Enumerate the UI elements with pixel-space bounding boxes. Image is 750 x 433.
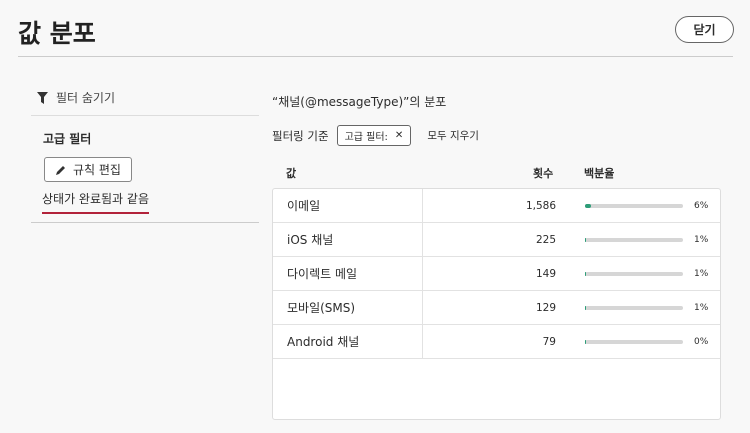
filter-icon	[37, 91, 48, 104]
percent-bar	[585, 340, 683, 344]
row-percent: 1%	[694, 234, 709, 245]
filter-condition[interactable]: 상태가 완료됨과 같음	[42, 190, 149, 214]
filter-by-label: 필터링 기준	[272, 128, 329, 143]
percent-bar-fill	[585, 204, 591, 208]
remove-tag-icon[interactable]: ✕	[395, 130, 403, 141]
divider	[18, 56, 733, 57]
row-percent: 6%	[694, 200, 709, 211]
row-percent: 1%	[694, 268, 709, 279]
row-count: 225	[535, 233, 556, 246]
column-divider	[422, 189, 423, 222]
column-divider	[422, 291, 423, 324]
clear-all-link[interactable]: 모두 지우기	[427, 128, 479, 143]
row-count: 79	[542, 335, 556, 348]
row-value: 다이렉트 메일	[287, 267, 358, 281]
row-value: Android 채널	[287, 335, 360, 349]
percent-bar-fill	[585, 306, 586, 310]
page-title: 값 분포	[18, 19, 96, 48]
percent-bar	[585, 272, 683, 276]
divider	[31, 222, 259, 223]
column-divider	[422, 325, 423, 358]
hide-filters-toggle[interactable]: 필터 숨기기	[31, 80, 259, 116]
percent-bar	[585, 306, 683, 310]
column-header-percent[interactable]: 백분율	[584, 165, 614, 181]
filter-tag-label: 고급 필터:	[344, 132, 388, 143]
hide-filters-label: 필터 숨기기	[56, 91, 116, 105]
edit-rules-label: 규칙 편집	[73, 163, 121, 177]
row-value: 이메일	[287, 199, 321, 213]
table-row[interactable]: 다이렉트 메일 149 1%	[273, 257, 720, 291]
percent-bar-fill	[585, 272, 586, 276]
row-value: iOS 채널	[287, 233, 334, 247]
distribution-title: “채널(@messageType)”의 분포	[272, 95, 447, 109]
row-count: 1,586	[525, 199, 556, 212]
distribution-table: 이메일 1,586 6% iOS 채널 225 1% 다이렉트 메일 149 1% 모…	[272, 188, 721, 420]
advanced-filter-heading: 고급 필터	[43, 132, 92, 146]
column-divider	[422, 257, 423, 290]
row-percent: 1%	[694, 302, 709, 313]
filter-tag[interactable]: 고급 필터: ✕	[336, 125, 412, 146]
table-row[interactable]: iOS 채널 225 1%	[273, 223, 720, 257]
edit-rules-button[interactable]: 규칙 편집	[44, 157, 132, 182]
column-divider	[422, 223, 423, 256]
column-header-count[interactable]: 횟수	[533, 165, 553, 181]
percent-bar	[585, 238, 683, 242]
percent-bar-fill	[585, 340, 586, 344]
percent-bar	[585, 204, 683, 208]
close-button[interactable]: 닫기	[675, 16, 734, 43]
row-count: 129	[535, 301, 556, 314]
row-value: 모바일(SMS)	[287, 301, 356, 315]
table-row[interactable]: Android 채널 79 0%	[273, 325, 720, 359]
percent-bar-fill	[585, 238, 586, 242]
table-row[interactable]: 이메일 1,586 6%	[273, 189, 720, 223]
column-header-value[interactable]: 값	[286, 165, 296, 181]
filter-sidebar: 필터 숨기기 고급 필터 규칙 편집 상태가 완료됨과 같음	[31, 80, 259, 214]
filter-bar: 필터링 기준 고급 필터: ✕ 모두 지우기	[272, 125, 479, 146]
row-count: 149	[535, 267, 556, 280]
row-percent: 0%	[694, 336, 709, 347]
table-row[interactable]: 모바일(SMS) 129 1%	[273, 291, 720, 325]
pencil-icon	[56, 165, 65, 175]
